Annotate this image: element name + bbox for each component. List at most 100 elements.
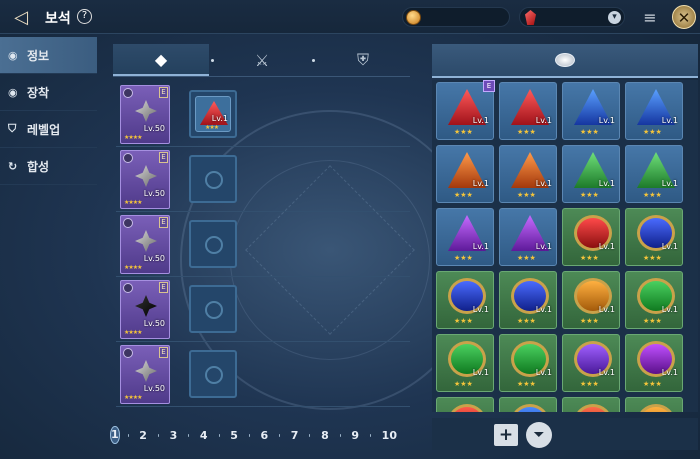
- gem-level: Lv.1: [598, 179, 615, 188]
- equip-row: E Lv.50 ★★★★ Lv.1 ★★★: [116, 82, 410, 147]
- tab-armor[interactable]: ⛨: [315, 44, 411, 76]
- gem-stars: ★★★: [643, 128, 662, 136]
- equipment-item[interactable]: E Lv.50 ★★★★: [120, 345, 170, 404]
- page-dot: [309, 433, 311, 437]
- equipment-slot-list: E Lv.50 ★★★★ Lv.1 ★★★ E Lv.50 ★★★★ E Lv.…: [116, 82, 410, 407]
- gem-slot[interactable]: Lv.1★★★: [562, 145, 620, 203]
- page-8[interactable]: 8: [321, 429, 329, 442]
- gem-socket[interactable]: [189, 220, 237, 268]
- equipment-item[interactable]: E Lv.50 ★★★★: [120, 280, 170, 339]
- gem-slot[interactable]: Lv.1 ★★★: [562, 82, 620, 140]
- gem-level: Lv.1: [661, 368, 678, 377]
- page-dot: [188, 433, 189, 437]
- socketed-gem: Lv.1 ★★★: [195, 96, 231, 132]
- gem-icon: ◉: [8, 48, 18, 62]
- gem-stars: ★★★: [580, 317, 599, 325]
- page-dot: [157, 433, 159, 437]
- page-dot: [248, 433, 250, 437]
- gem-slot[interactable]: Lv.1★★★: [436, 145, 494, 203]
- gem-slot[interactable]: Lv.1★★★: [562, 208, 620, 266]
- gem-slot[interactable]: Lv.1★★★: [625, 271, 683, 329]
- gem-stars: ★★★: [580, 128, 599, 136]
- page-1[interactable]: 1: [110, 426, 120, 444]
- page-10[interactable]: 10: [382, 429, 397, 442]
- gem-socket[interactable]: Lv.1 ★★★: [189, 90, 237, 138]
- gem-slot[interactable]: Lv.1★★★: [499, 208, 557, 266]
- gem-level: Lv.1: [535, 116, 552, 125]
- gem-slot[interactable]: Lv.1★★★: [562, 271, 620, 329]
- add-button[interactable]: +: [494, 424, 518, 446]
- equipment-tabs: ◆ ⚔ ⛨: [113, 44, 410, 77]
- gem-level: Lv.1: [598, 116, 615, 125]
- sidebar-item-info[interactable]: ◉ 정보: [0, 37, 97, 74]
- gem-slot[interactable]: Lv.1★★★: [625, 397, 683, 412]
- gem-level: Lv.1: [472, 368, 489, 377]
- item-stars: ★★★★: [124, 134, 142, 141]
- gem-level: Lv.1: [535, 242, 552, 251]
- page-5[interactable]: 5: [230, 429, 238, 442]
- sidebar-item-label: 합성: [27, 159, 50, 174]
- coin-stack-icon[interactable]: ≡: [639, 7, 661, 29]
- tab-gem[interactable]: ◆: [113, 44, 209, 76]
- gem-slot[interactable]: Lv.1 ★★★: [625, 82, 683, 140]
- grade-badge: E: [159, 217, 168, 228]
- gem-slot[interactable]: Lv.1★★★: [436, 271, 494, 329]
- gem-slot[interactable]: Lv.1★★★: [499, 397, 557, 412]
- tab-weapon[interactable]: ⚔: [214, 44, 310, 76]
- sidebar-item-synthesis[interactable]: ↻ 합성: [0, 148, 97, 185]
- page-7[interactable]: 7: [291, 429, 299, 442]
- page-9[interactable]: 9: [351, 429, 359, 442]
- gem-slot[interactable]: Lv.1★★★: [562, 397, 620, 412]
- page-2[interactable]: 2: [139, 429, 147, 442]
- equipment-item[interactable]: E Lv.50 ★★★★: [120, 150, 170, 209]
- grade-badge: E: [159, 87, 168, 98]
- item-stars: ★★★★: [124, 329, 142, 336]
- page-dot: [339, 433, 341, 437]
- equipment-item[interactable]: E Lv.50 ★★★★: [120, 85, 170, 144]
- item-type-icon: [123, 88, 133, 98]
- gem-level: Lv.1: [661, 116, 678, 125]
- gem-socket[interactable]: [189, 350, 237, 398]
- equipment-image: [135, 230, 157, 252]
- gem-socket[interactable]: [189, 285, 237, 333]
- inventory-tab-gems[interactable]: [432, 44, 698, 78]
- empty-socket-icon: [205, 171, 223, 189]
- filter-button[interactable]: ⏷: [526, 422, 552, 448]
- gem-level: Lv.1: [535, 305, 552, 314]
- gem-slot[interactable]: Lv.1★★★: [625, 334, 683, 392]
- gem-slot[interactable]: Lv.1★★★: [436, 334, 494, 392]
- page-dot: [218, 433, 220, 437]
- gem-level: Lv.1: [661, 179, 678, 188]
- page-3[interactable]: 3: [170, 429, 178, 442]
- gem-slot[interactable]: Lv.1★★★: [499, 82, 557, 140]
- gem-slot[interactable]: Lv.1★★★: [625, 208, 683, 266]
- sidebar-item-label: 장착: [27, 85, 50, 100]
- gem-socket[interactable]: [189, 155, 237, 203]
- back-button[interactable]: ◁: [6, 6, 36, 28]
- grade-badge: E: [159, 152, 168, 163]
- gem-slot[interactable]: Lv.1★★★: [625, 145, 683, 203]
- gem-level: Lv.1: [598, 242, 615, 251]
- equipment-item[interactable]: E Lv.50 ★★★★: [120, 215, 170, 274]
- help-icon[interactable]: ?: [77, 9, 92, 24]
- gem-level: Lv.1: [535, 368, 552, 377]
- close-button[interactable]: ✕: [672, 5, 696, 29]
- gem-slot[interactable]: Lv.1★★★: [436, 208, 494, 266]
- gem-icon: [448, 404, 486, 412]
- page-4[interactable]: 4: [200, 429, 208, 442]
- gem-slot[interactable]: Lv.1★★★: [499, 271, 557, 329]
- gold-coin-icon: [406, 10, 421, 25]
- equip-row: E Lv.50 ★★★★: [116, 212, 410, 277]
- sidebar-item-levelup[interactable]: ⛉ 레벨업: [0, 111, 97, 148]
- sidebar-item-equip[interactable]: ◉ 장착: [0, 74, 97, 111]
- gem-slot[interactable]: Lv.1★★★: [499, 145, 557, 203]
- currency-dropdown-button[interactable]: ▾: [608, 11, 621, 24]
- gem-slot[interactable]: Lv.1★★★: [499, 334, 557, 392]
- empty-socket-icon: [205, 236, 223, 254]
- pagination: 1 2 3 4 5 6 7 8 9 10: [108, 424, 408, 446]
- gem-slot[interactable]: Lv.1★★★: [562, 334, 620, 392]
- page-6[interactable]: 6: [260, 429, 268, 442]
- gem-icon: [555, 53, 575, 67]
- gem-slot[interactable]: Lv.1★★★: [436, 397, 494, 412]
- top-bar: ◁ 보석 ? ▾ ≡ ✕: [0, 0, 700, 34]
